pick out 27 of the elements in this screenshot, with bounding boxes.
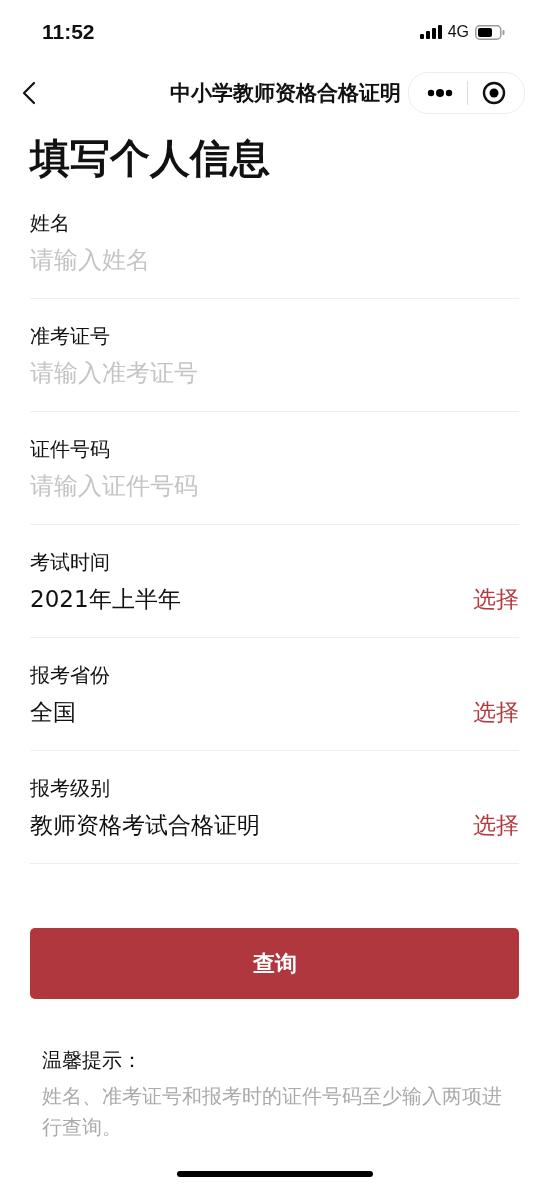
field-label: 姓名: [30, 210, 71, 237]
back-icon: [22, 81, 36, 105]
target-icon: [482, 81, 506, 105]
field-label: 准考证号: [30, 323, 111, 350]
more-icon: [427, 89, 453, 97]
signal-icon: [419, 25, 442, 39]
battery-icon: [475, 24, 505, 40]
field-label: 报考省份: [30, 662, 111, 689]
form-heading: 填写个人信息: [30, 134, 271, 183]
select-link[interactable]: 选择: [473, 583, 519, 615]
query-button[interactable]: 查询: [30, 928, 519, 999]
page-title: 中小学教师资格合格证明: [168, 80, 402, 107]
tips-text: 姓名、准考证号和报考时的证件号码至少输入两项进行查询。: [42, 1083, 503, 1141]
status-time: 11:52: [42, 20, 95, 44]
input-field[interactable]: 请输入准考证号: [30, 359, 519, 387]
field-value: 全国: [30, 697, 76, 727]
select-link[interactable]: 选择: [473, 809, 519, 841]
field-value: 教师资格考试合格证明: [30, 810, 260, 840]
field-label: 考试时间: [30, 549, 111, 576]
input-field[interactable]: 请输入证件号码: [30, 472, 519, 500]
select-link[interactable]: 选择: [473, 696, 519, 728]
field-value: 2021年上半年: [30, 584, 181, 614]
field-label: 证件号码: [30, 436, 111, 463]
tips-title: 温馨提示：: [42, 1047, 143, 1074]
field-label: 报考级别: [30, 775, 111, 802]
input-field[interactable]: 请输入姓名: [30, 246, 519, 274]
network-label: 4G: [447, 23, 469, 41]
